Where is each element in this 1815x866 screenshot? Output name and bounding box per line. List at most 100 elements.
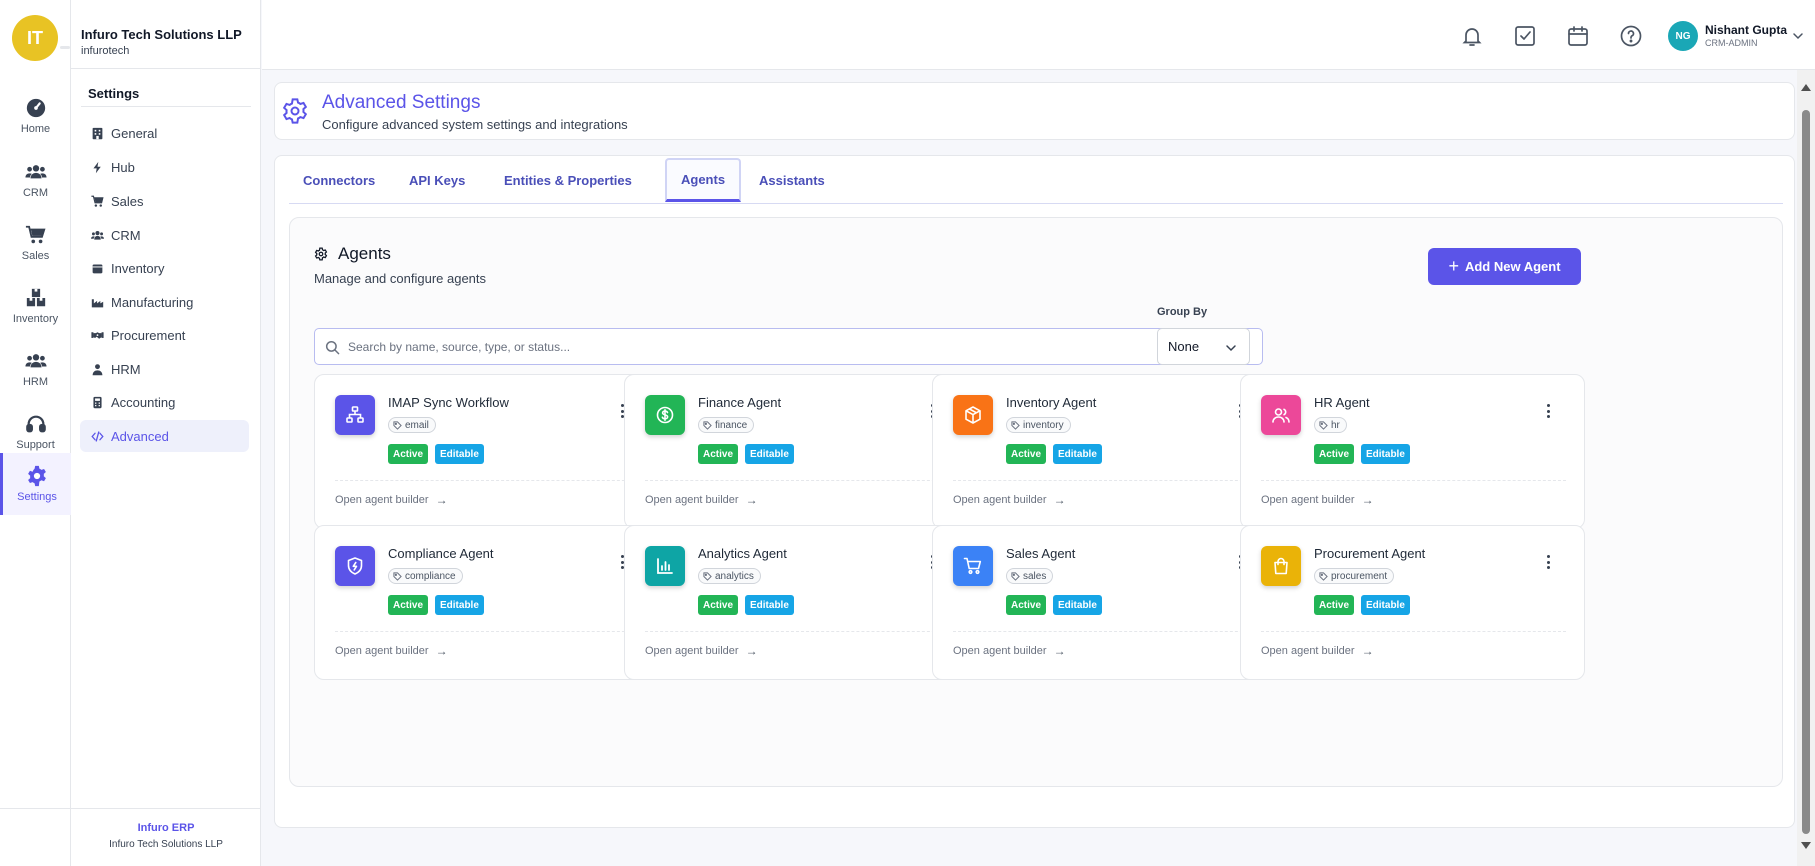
rail-item-crm[interactable]: CRM — [0, 151, 71, 209]
sidebar-item-procurement[interactable]: Procurement — [80, 319, 249, 351]
sidebar-item-hrm[interactable]: HRM — [80, 353, 249, 385]
checkbox-icon[interactable] — [1513, 24, 1537, 48]
scroll-up-arrow-icon[interactable] — [1801, 84, 1811, 91]
sidebar-item-crm[interactable]: CRM — [80, 219, 249, 251]
sidebar-footer-divider — [71, 808, 261, 809]
card-divider — [953, 631, 1258, 632]
agent-card[interactable]: Compliance Agent compliance Active Editable… — [314, 525, 659, 680]
agent-name: IMAP Sync Workflow — [388, 395, 509, 410]
agent-card[interactable]: Sales Agent sales Active Editable Open agent… — [932, 525, 1277, 680]
shield-icon — [347, 557, 363, 575]
agent-tag: finance — [698, 417, 755, 433]
tab-assistants[interactable]: Assistants — [745, 158, 839, 202]
sidebar-item-inventory[interactable]: Inventory — [80, 252, 249, 284]
open-agent-builder-label: Open agent builder — [1261, 645, 1355, 657]
calculator-icon — [92, 396, 102, 408]
card-divider — [953, 480, 1258, 481]
user-name[interactable]: Nishant Gupta — [1705, 23, 1787, 37]
scroll-thumb[interactable] — [1802, 110, 1810, 834]
add-new-agent-label: Add New Agent — [1464, 259, 1561, 274]
help-icon[interactable] — [1619, 24, 1643, 48]
sidebar-item-hub[interactable]: Hub — [80, 151, 249, 183]
status-badge: Active — [388, 444, 429, 464]
scroll-down-arrow-icon[interactable] — [1801, 842, 1811, 849]
agent-card[interactable]: HR Agent hr Active Editable Open agent build… — [1240, 374, 1585, 529]
sidebar-item-label: Advanced — [111, 428, 169, 444]
chevron-down-icon[interactable] — [1792, 29, 1804, 41]
code-icon — [90, 430, 104, 442]
agent-icon-wrap — [335, 546, 375, 586]
bolt-icon — [92, 161, 101, 173]
sitemap-icon — [346, 406, 364, 423]
agent-card[interactable]: Procurement Agent procurement Active Editab… — [1240, 525, 1585, 680]
sidebar-item-general[interactable]: General — [80, 117, 249, 149]
open-agent-builder-link[interactable]: Open agent builder → — [335, 493, 448, 507]
open-agent-builder-link[interactable]: Open agent builder → — [645, 644, 758, 658]
page-subtitle: Configure advanced system settings and i… — [322, 117, 628, 132]
agent-icon-wrap — [335, 395, 375, 435]
rail-item-sales[interactable]: Sales — [0, 214, 71, 272]
users-icon — [90, 230, 104, 240]
arrow-right-icon: → — [1361, 644, 1374, 658]
search-box[interactable] — [314, 328, 1263, 365]
open-agent-builder-link[interactable]: Open agent builder → — [953, 493, 1066, 507]
agent-card[interactable]: Inventory Agent inventory Active Editable Op… — [932, 374, 1277, 529]
add-new-agent-button[interactable]: + Add New Agent — [1428, 248, 1581, 285]
scrollbar[interactable] — [1797, 70, 1815, 866]
tag-icon — [1011, 420, 1020, 430]
tab-connectors[interactable]: Connectors — [289, 158, 389, 202]
bell-icon[interactable] — [1460, 24, 1484, 48]
open-agent-builder-label: Open agent builder — [645, 494, 739, 506]
agents-title: Agents — [338, 244, 391, 263]
sidebar-item-manufacturing[interactable]: Manufacturing — [80, 286, 249, 318]
rail-item-hrm[interactable]: HRM — [0, 340, 71, 398]
search-input[interactable] — [348, 329, 1248, 364]
status-badge: Active — [1314, 444, 1355, 464]
status-badge: Active — [698, 444, 739, 464]
group-by-value: None — [1168, 339, 1200, 354]
logo-indicator — [60, 46, 70, 49]
tag-icon — [393, 571, 402, 581]
tab-api-keys[interactable]: API Keys — [395, 158, 479, 202]
rail-item-settings[interactable]: Settings — [0, 453, 71, 515]
company-logo[interactable]: IT — [12, 15, 58, 61]
open-agent-builder-link[interactable]: Open agent builder → — [1261, 644, 1374, 658]
tab-entities-properties[interactable]: Entities & Properties — [490, 158, 646, 202]
agent-icon-wrap — [953, 395, 993, 435]
open-agent-builder-link[interactable]: Open agent builder → — [953, 644, 1066, 658]
arrow-right-icon: → — [745, 493, 758, 507]
open-agent-builder-link[interactable]: Open agent builder → — [645, 493, 758, 507]
agent-name: Compliance Agent — [388, 546, 494, 561]
sidebar-item-sales[interactable]: Sales — [80, 185, 249, 217]
agent-card[interactable]: Finance Agent finance Active Editable Open a… — [624, 374, 969, 529]
sidebar-item-accounting[interactable]: Accounting — [80, 386, 249, 418]
open-agent-builder-link[interactable]: Open agent builder → — [1261, 493, 1374, 507]
rail-item-home[interactable]: Home — [0, 87, 71, 145]
agent-tag-label: inventory — [1023, 419, 1064, 431]
agent-card[interactable]: Analytics Agent analytics Active Editable Op… — [624, 525, 969, 680]
rail-item-inventory[interactable]: Inventory — [0, 277, 71, 335]
calendar-icon[interactable] — [1566, 24, 1590, 48]
sidebar-item-label: Procurement — [111, 327, 186, 343]
tab-agents[interactable]: Agents — [665, 158, 742, 202]
open-agent-builder-link[interactable]: Open agent builder → — [335, 644, 448, 658]
group-by-select[interactable]: None — [1157, 328, 1250, 365]
open-agent-builder-label: Open agent builder — [953, 645, 1047, 657]
page-header: Advanced Settings Configure advanced sys… — [274, 82, 1795, 140]
settings-heading: Settings — [88, 86, 140, 101]
arrow-right-icon: → — [745, 644, 758, 658]
agent-tag-label: hr — [1331, 419, 1340, 431]
avatar[interactable]: NG — [1668, 21, 1698, 51]
sidebar-item-label: Inventory — [111, 260, 165, 276]
sidebar-item-advanced[interactable]: Advanced — [80, 420, 249, 452]
search-icon — [325, 340, 340, 355]
agent-card[interactable]: IMAP Sync Workflow email Active Editable Ope… — [314, 374, 659, 529]
more-options-icon[interactable] — [1547, 404, 1551, 420]
status-badge: Active — [1006, 444, 1047, 464]
more-options-icon[interactable] — [1547, 555, 1551, 571]
agent-tag: analytics — [698, 568, 761, 584]
agent-name: Finance Agent — [698, 395, 782, 410]
open-agent-builder-label: Open agent builder — [953, 494, 1047, 506]
tag-icon — [1319, 420, 1328, 430]
company-name: Infuro Tech Solutions LLP — [81, 27, 242, 42]
